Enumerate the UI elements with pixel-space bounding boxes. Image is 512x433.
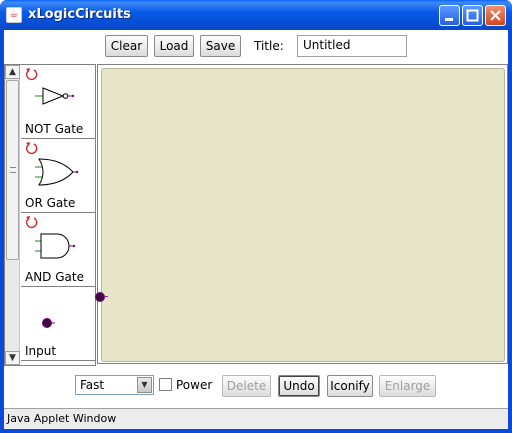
delete-button[interactable]: Delete (222, 375, 271, 397)
gate-palette: ▲ ▼ NOT Gate OR Gate AND Gate Input (4, 64, 96, 366)
power-label: Power (176, 378, 213, 392)
iconify-button[interactable]: Iconify (327, 375, 373, 397)
input-pin-icon (42, 318, 55, 328)
rotate-icon[interactable] (24, 141, 38, 155)
palette-scrollbar[interactable]: ▲ ▼ (5, 65, 20, 365)
scroll-up-icon[interactable]: ▲ (5, 65, 20, 79)
title-label: Title: (254, 39, 284, 53)
app-window: ☕ xLogicCircuits Clear Load Save Title: … (0, 0, 512, 433)
window-title: xLogicCircuits (28, 7, 131, 22)
input-pin-wire (104, 296, 108, 297)
title-input[interactable]: Untitled (297, 35, 407, 57)
and-gate-icon (35, 233, 76, 259)
palette-item-not-gate[interactable]: NOT Gate (21, 65, 95, 139)
save-button[interactable]: Save (200, 35, 241, 57)
circuit-board[interactable] (101, 68, 505, 362)
java-app-icon: ☕ (6, 7, 22, 23)
scroll-down-icon[interactable]: ▼ (5, 351, 20, 365)
palette-item-label: OR Gate (25, 196, 76, 210)
power-checkbox[interactable] (159, 378, 172, 391)
palette-item-and-gate[interactable]: AND Gate (21, 213, 95, 287)
or-gate-icon (35, 158, 79, 186)
status-text: Java Applet Window (7, 412, 117, 425)
chevron-down-icon[interactable]: ▼ (137, 377, 152, 393)
close-button[interactable] (485, 5, 506, 26)
palette-item-label: Input (25, 344, 57, 358)
not-gate-icon (35, 87, 75, 105)
scroll-thumb[interactable] (6, 80, 19, 260)
top-toolbar: Clear Load Save Title: Untitled (4, 30, 508, 64)
minimize-button[interactable] (439, 5, 460, 26)
title-bar[interactable]: ☕ xLogicCircuits (0, 0, 512, 30)
minimize-icon (445, 18, 453, 21)
close-icon (490, 10, 501, 21)
undo-button[interactable]: Undo (278, 375, 320, 397)
clear-button[interactable]: Clear (105, 35, 148, 57)
palette-item-or-gate[interactable]: OR Gate (21, 139, 95, 213)
applet-client: Clear Load Save Title: Untitled ▲ ▼ NOT … (4, 30, 508, 429)
maximize-button[interactable] (462, 5, 483, 26)
input-pin[interactable] (95, 292, 105, 302)
palette-item-label: AND Gate (25, 270, 84, 284)
rotate-icon[interactable] (24, 67, 38, 81)
maximize-icon (466, 9, 479, 22)
grip-icon (10, 167, 16, 173)
palette-item-input[interactable]: Input (21, 287, 95, 361)
rotate-icon[interactable] (24, 215, 38, 229)
circuit-canvas[interactable] (95, 64, 508, 364)
enlarge-button[interactable]: Enlarge (379, 375, 436, 397)
palette-item-label: NOT Gate (25, 122, 84, 136)
bottom-toolbar: Fast ▼ Power Delete Undo Iconify Enlarge (4, 368, 508, 402)
load-button[interactable]: Load (154, 35, 194, 57)
speed-select-value: Fast (80, 378, 105, 392)
speed-select[interactable]: Fast ▼ (75, 375, 154, 395)
status-bar: Java Applet Window (4, 408, 508, 429)
